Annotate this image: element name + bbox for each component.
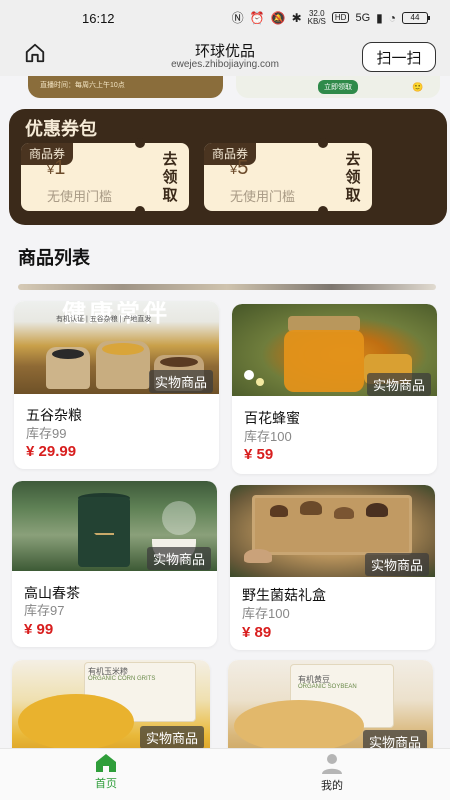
bottom-tabbar: 首页 我的 — [0, 748, 450, 800]
status-bar: 16:12 Ⓝ ⏰ 🔕 ✱ 32.0 KB/S HD 5G ▮ ◔ 44 — [0, 0, 450, 36]
flower — [256, 378, 264, 386]
image-subcaption: 有机认证 | 五谷杂粮 | 产地直发 — [56, 316, 152, 323]
coupon-claim-button[interactable]: 去领取 — [342, 151, 364, 205]
product-card[interactable]: 有机玉米糁 ORGANIC CORN GRITS 实物商品 — [12, 660, 210, 760]
section-title: 商品列表 — [18, 248, 90, 268]
product-name: 五谷杂粮 — [26, 407, 82, 423]
product-price: ¥ 29.99 — [26, 443, 77, 460]
app-header: 环球优品 ewejes.zhibojiaying.com 扫一扫 — [0, 36, 450, 76]
coupon-card[interactable]: 商品券 ¥5 无使用门槛 去领取 — [204, 138, 372, 216]
image-subcaption: ORGANIC CORN GRITS — [88, 676, 156, 682]
nfc-icon: Ⓝ — [231, 11, 244, 25]
coupon-pack: 优惠券包 商品券 ¥1 无使用门槛 去领取 商品券 ¥5 无使用门槛 去领取 — [9, 109, 447, 225]
product-price: ¥ 99 — [24, 621, 54, 638]
product-price: ¥ 89 — [242, 624, 272, 641]
coupon-pack-title: 优惠券包 — [25, 119, 97, 139]
banner-live-text: 直播时间：每周六上午10点 — [40, 82, 125, 89]
grain-pile — [52, 349, 84, 359]
mushroom — [300, 501, 322, 515]
tab-home[interactable]: 首页 — [76, 753, 136, 791]
product-stock: 库存100 — [244, 429, 292, 444]
product-type-tag: 实物商品 — [148, 370, 213, 393]
soybean-pile — [234, 700, 364, 752]
alarm-icon: ⏰ — [249, 10, 265, 25]
honey-jar — [284, 330, 364, 392]
mute-icon: 🔕 — [270, 10, 286, 25]
mushroom — [334, 507, 354, 519]
mushroom — [244, 549, 272, 563]
coupon-amount-value: 5 — [237, 157, 249, 179]
net-speed-unit: KB/S — [307, 16, 326, 26]
product-type-tag: 实物商品 — [146, 547, 211, 570]
product-stock: 库存100 — [242, 606, 290, 621]
status-icons: Ⓝ ⏰ 🔕 ✱ 32.0 KB/S HD 5G ▮ ◔ 44 — [231, 9, 430, 26]
mushroom — [270, 505, 288, 517]
mushroom — [366, 503, 388, 517]
tea-can-logo — [94, 533, 114, 545]
coupon-amount: ¥5 — [230, 157, 248, 180]
wifi-icon: ◔ — [388, 10, 396, 25]
product-card[interactable]: 实物商品 野生菌菇礼盒 库存100 ¥ 89 — [230, 485, 435, 650]
product-card[interactable]: 有机黄豆 ORGANIC SOYBEAN 实物商品 — [228, 660, 433, 760]
bluetooth-icon: ✱ — [291, 10, 302, 25]
product-name: 百花蜂蜜 — [244, 410, 300, 426]
home-icon — [96, 754, 116, 772]
signal-label: 5G — [355, 11, 371, 24]
flower — [244, 370, 254, 380]
hd-badge: HD — [331, 12, 350, 23]
grain-pile — [102, 343, 144, 355]
product-card[interactable]: 健康常伴 有机认证 | 五谷杂粮 | 产地直发 实物商品 五谷杂粮 库存99 ¥… — [14, 301, 219, 469]
product-card[interactable]: 实物商品 百花蜂蜜 库存100 ¥ 59 — [232, 304, 437, 474]
gift-box — [252, 495, 412, 555]
coupon-card[interactable]: 商品券 ¥1 无使用门槛 去领取 — [21, 138, 189, 216]
product-stock: 库存99 — [26, 426, 67, 441]
net-speed: 32.0 KB/S — [307, 9, 326, 26]
product-type-tag: 实物商品 — [366, 373, 431, 396]
coupon-condition: 无使用门槛 — [230, 189, 296, 204]
coupon-claim-button[interactable]: 去领取 — [159, 151, 181, 205]
product-type-tag: 实物商品 — [364, 553, 429, 576]
grain-pile — [160, 357, 198, 367]
tab-home-label: 首页 — [95, 778, 117, 790]
tab-profile-label: 我的 — [321, 780, 343, 792]
coupon-amount: ¥1 — [47, 157, 65, 180]
signal-icon: ▮ — [376, 10, 383, 25]
product-price: ¥ 59 — [244, 446, 274, 463]
coupon-condition: 无使用门槛 — [47, 189, 113, 204]
tea-can — [78, 497, 130, 567]
image-subcaption: ORGANIC SOYBEAN — [298, 684, 357, 690]
status-time: 16:12 — [82, 11, 115, 26]
section-divider — [18, 284, 436, 290]
user-icon — [322, 754, 342, 774]
steam — [162, 501, 196, 535]
banner-carousel[interactable]: 直播时间：每周六上午10点 立即领取 🙂 — [0, 76, 450, 104]
smile-icon: 🙂 — [412, 82, 424, 92]
battery-icon: 44 — [402, 11, 430, 24]
banner-claim-button[interactable]: 立即领取 — [318, 80, 358, 94]
product-card[interactable]: 实物商品 高山春茶 库存97 ¥ 99 — [12, 481, 217, 647]
product-name: 野生菌菇礼盒 — [242, 587, 326, 603]
coupon-amount-value: 1 — [54, 157, 66, 179]
product-stock: 库存97 — [24, 603, 65, 618]
tab-profile[interactable]: 我的 — [302, 753, 362, 793]
corn-pile — [18, 694, 134, 750]
scan-button[interactable]: 扫一扫 — [362, 42, 436, 72]
product-type-tag: 实物商品 — [139, 726, 204, 749]
